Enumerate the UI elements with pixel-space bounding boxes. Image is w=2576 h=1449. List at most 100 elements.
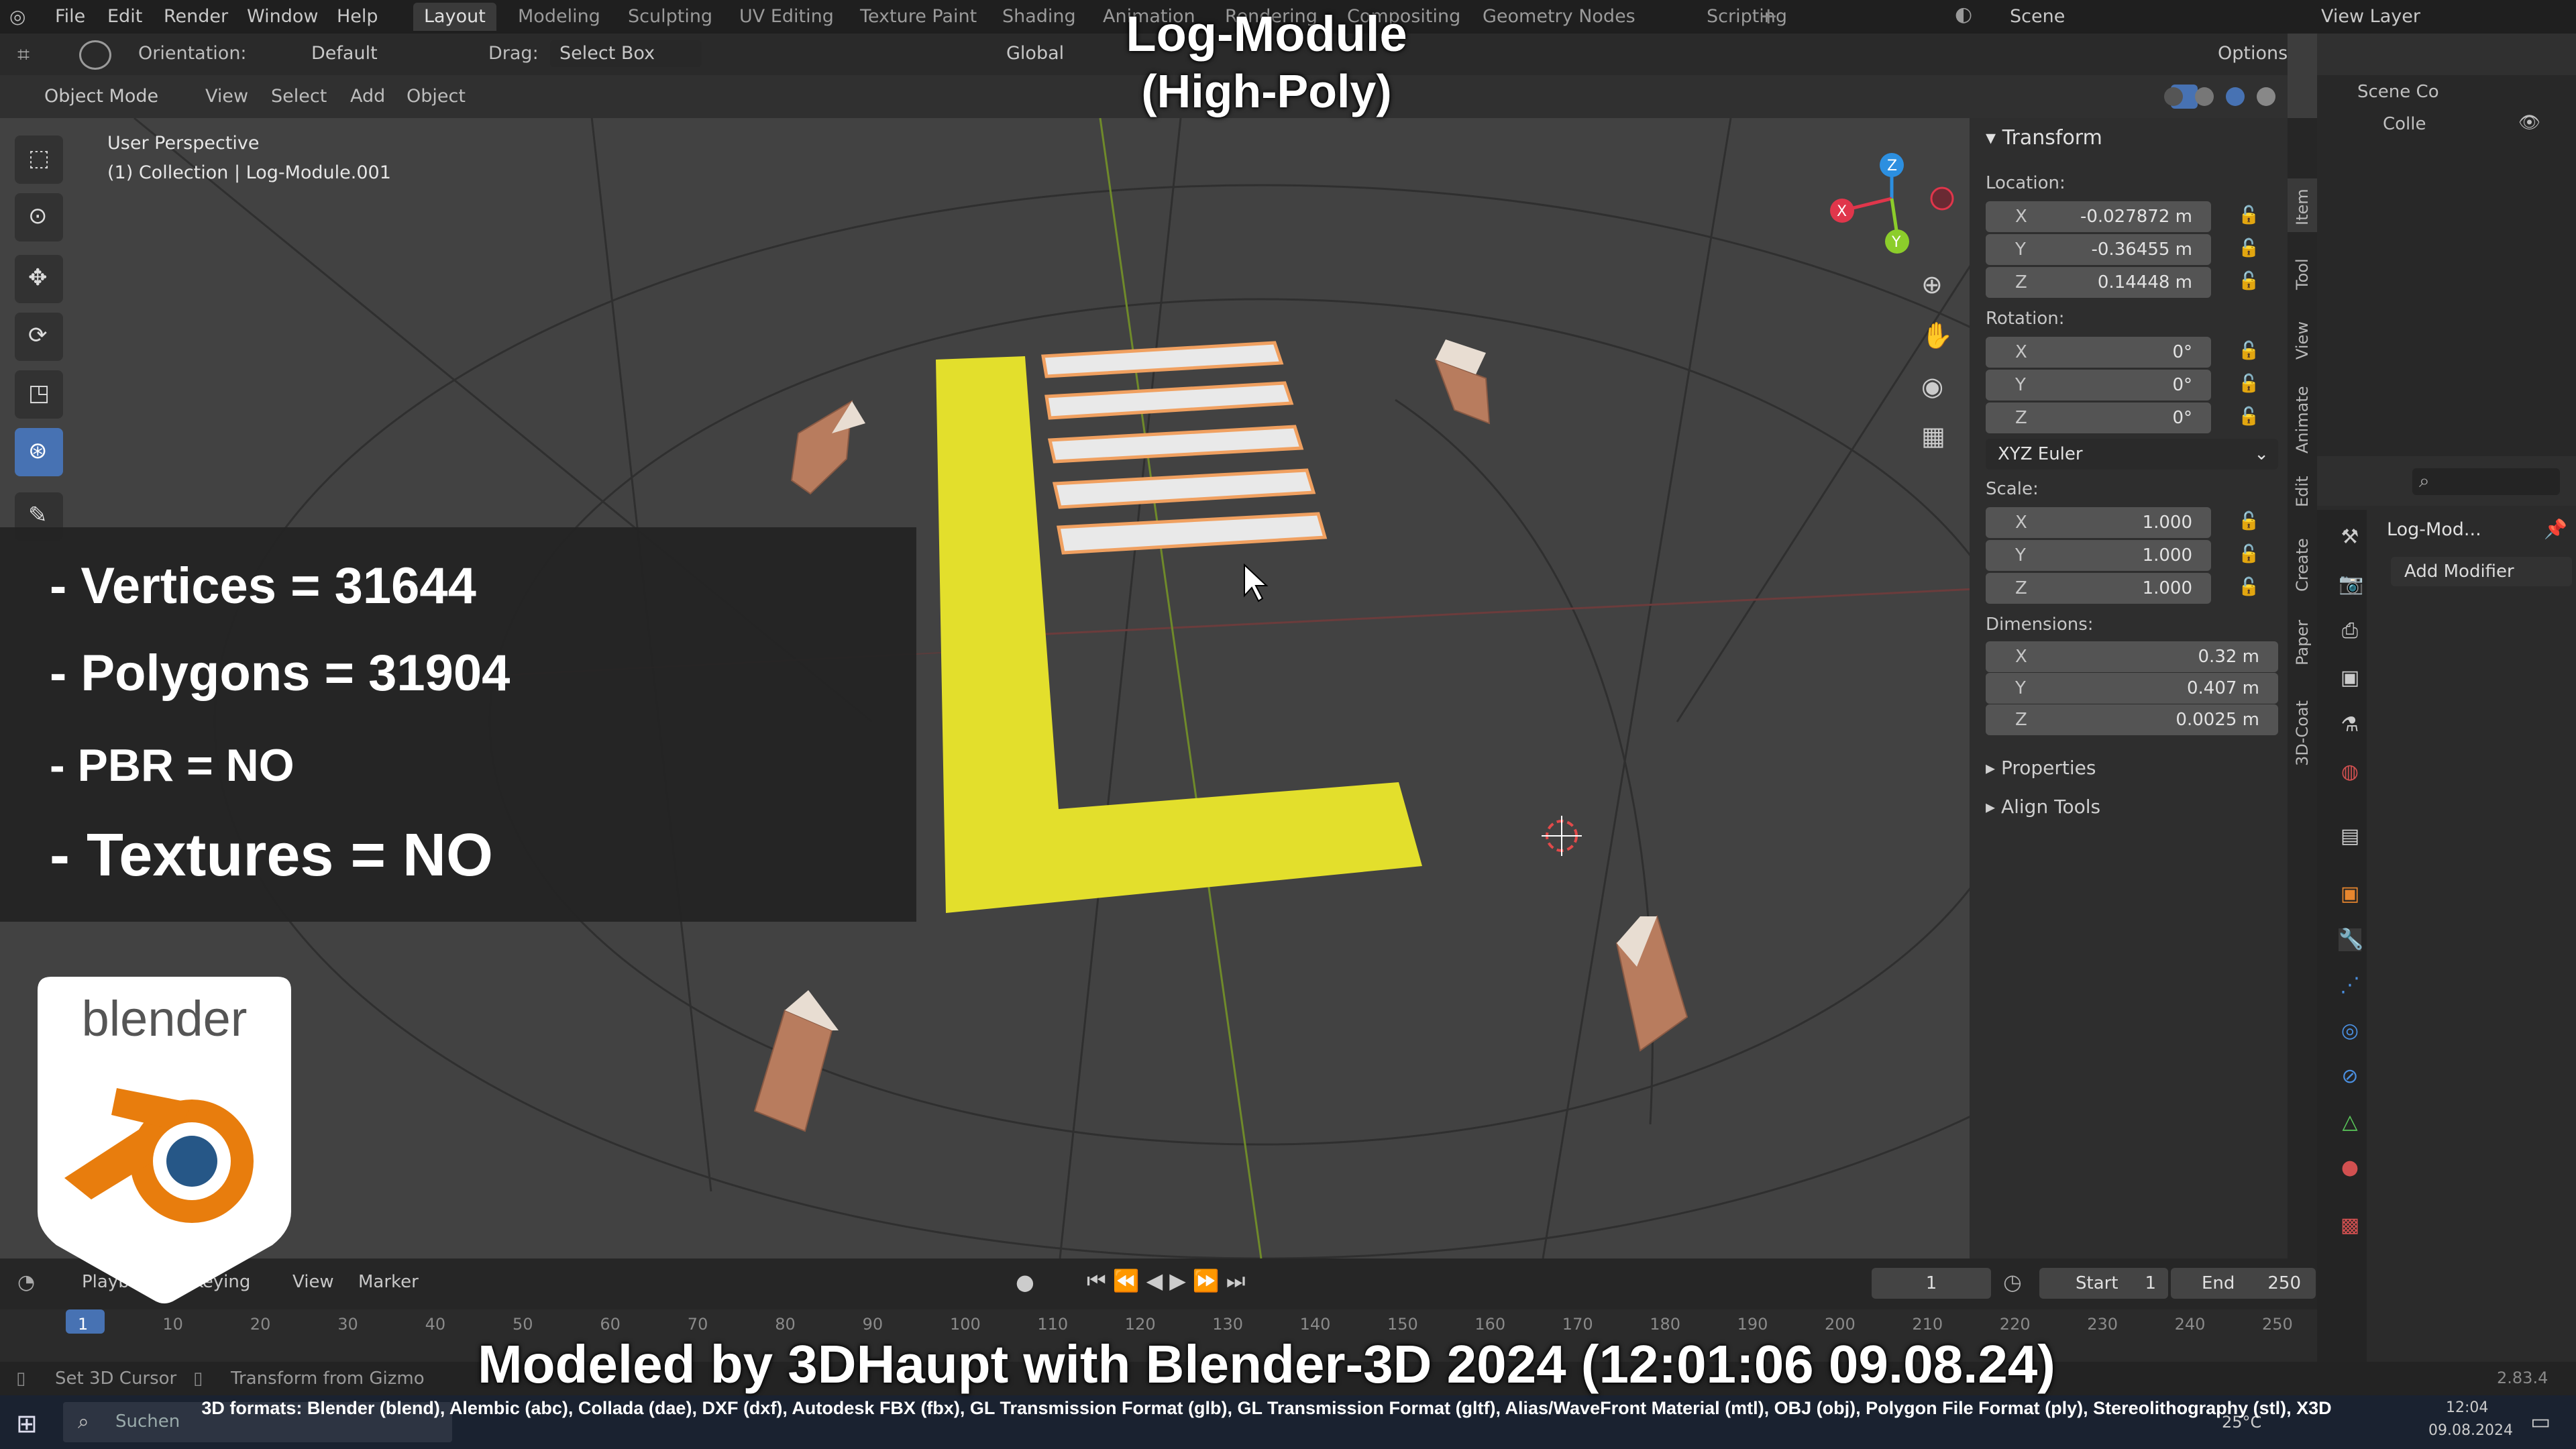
view-perspective-label: User Perspective — [107, 133, 260, 154]
tab-item[interactable]: Item — [2288, 178, 2317, 232]
record-keyframe-icon[interactable]: ● — [1016, 1269, 1034, 1295]
timeline-tick-label: 10 — [162, 1315, 183, 1334]
location-z-field[interactable]: Z 0.14448 m — [1986, 267, 2211, 298]
rotation-label: Rotation: — [1986, 309, 2065, 329]
scale-label: Scale: — [1986, 479, 2039, 499]
add-modifier-button[interactable]: Add Modifier — [2391, 557, 2572, 586]
particles-icon[interactable]: ⋰ — [2339, 974, 2361, 997]
lock-icon[interactable]: 🔓 — [2238, 374, 2259, 394]
playback-controls[interactable]: ⏮⏪◀▶⏩⏭ — [1087, 1268, 1252, 1294]
current-frame-field[interactable]: 1 — [1872, 1268, 1991, 1299]
properties-search-input[interactable] — [2412, 468, 2560, 495]
lock-icon[interactable]: 🔓 — [2238, 577, 2259, 597]
timeline-tick-label: 100 — [950, 1315, 981, 1334]
tab-3d-coat[interactable]: 3D-Coat — [2288, 672, 2317, 766]
location-y-field[interactable]: Y -0.36455 m — [1986, 234, 2211, 265]
rotation-mode-dropdown[interactable]: XYZ Euler ⌄ — [1986, 439, 2278, 470]
rotate-tool[interactable]: ⟳ — [15, 313, 63, 361]
blender-logo: blender — [38, 977, 291, 1305]
tab-tool[interactable]: Tool — [2288, 243, 2317, 297]
tab-create[interactable]: Create — [2288, 518, 2317, 592]
object-data-icon[interactable]: △ — [2339, 1111, 2361, 1134]
start-frame-field[interactable]: Start 1 — [2039, 1268, 2168, 1299]
timeline-tick-label: 110 — [1037, 1315, 1069, 1334]
tab-view[interactable]: View — [2288, 306, 2317, 366]
timeline-tick-label: 70 — [687, 1315, 708, 1334]
scale-tool[interactable]: ◳ — [15, 370, 63, 419]
timeline-tick-label: 160 — [1474, 1315, 1506, 1334]
timeline-tick-label: 200 — [1825, 1315, 1856, 1334]
select-box-tool[interactable]: ⬚ — [15, 136, 63, 184]
location-x-field[interactable]: X -0.027872 m — [1986, 201, 2211, 232]
timeline-tick-label: 50 — [513, 1315, 533, 1334]
navigation-gizmo[interactable]: Z X Y — [1818, 145, 1966, 266]
scale-z-field[interactable]: Z 1.000 — [1986, 573, 2211, 604]
lock-icon[interactable]: 🔓 — [2238, 341, 2259, 361]
3d-cursor — [1542, 816, 1582, 856]
mouse-cursor — [1244, 563, 1269, 602]
timeline-editor-icon[interactable]: ◔ — [17, 1271, 35, 1294]
timeline-tick-label: 190 — [1737, 1315, 1768, 1334]
render-properties-icon[interactable]: 📷 — [2339, 573, 2363, 596]
timeline-tick-label: 90 — [862, 1315, 883, 1334]
output-properties-icon[interactable]: ⎙ — [2339, 620, 2361, 643]
material-icon[interactable]: ● — [2339, 1157, 2361, 1179]
dimensions-y-field[interactable]: Y 0.407 m — [1986, 673, 2278, 704]
timeline-tick-label: 150 — [1387, 1315, 1418, 1334]
constraints-icon[interactable]: ⊘ — [2339, 1065, 2361, 1088]
end-frame-field[interactable]: End 250 — [2171, 1268, 2316, 1299]
dimensions-x-field[interactable]: X 0.32 m — [1986, 641, 2278, 672]
texture-icon[interactable]: ▩ — [2339, 1214, 2361, 1237]
collection-object-label: (1) Collection | Log-Module.001 — [107, 162, 391, 183]
dimensions-label: Dimensions: — [1986, 614, 2094, 635]
properties-panel-header[interactable]: ▸ Properties — [1986, 757, 2096, 779]
lock-icon[interactable]: 🔓 — [2238, 544, 2259, 564]
tab-edit[interactable]: Edit — [2288, 460, 2317, 514]
timeline-tick-label: 130 — [1212, 1315, 1243, 1334]
align-tools-panel-header[interactable]: ▸ Align Tools — [1986, 796, 2100, 818]
lock-icon[interactable]: 🔓 — [2238, 238, 2259, 258]
world-properties-icon[interactable]: ◍ — [2339, 761, 2361, 784]
marker-menu[interactable]: Marker — [358, 1272, 419, 1292]
rotation-z-field[interactable]: Z 0° — [1986, 402, 2211, 433]
move-tool[interactable]: ✥ — [15, 255, 63, 303]
timeline-view-menu[interactable]: View — [292, 1272, 334, 1292]
clock-icon[interactable]: ◷ — [2003, 1269, 2022, 1295]
cursor-tool[interactable]: ⊙ — [15, 193, 63, 241]
rotation-x-field[interactable]: X 0° — [1986, 337, 2211, 368]
timeline-tick-label: 170 — [1562, 1315, 1593, 1334]
ortho-grid-icon[interactable]: ▦ — [1921, 421, 1945, 451]
rotation-y-field[interactable]: Y 0° — [1986, 370, 2211, 400]
collection-properties-icon[interactable]: ▤ — [2339, 825, 2361, 848]
scale-y-field[interactable]: Y 1.000 — [1986, 540, 2211, 571]
formats-caption: 3D formats: Blender (blend), Alembic (ab… — [201, 1398, 2332, 1418]
timeline-tick-label: 1 — [78, 1315, 89, 1334]
svg-text:X: X — [1837, 203, 1847, 220]
lock-icon[interactable]: 🔓 — [2238, 407, 2259, 427]
align-tools-title: Align Tools — [2000, 796, 2101, 818]
object-name-field[interactable]: Log-Mod... — [2387, 519, 2481, 540]
object-properties-icon[interactable]: ▣ — [2339, 883, 2361, 906]
pin-icon[interactable]: 📌 — [2544, 518, 2567, 540]
taskbar-date: 09.08.2024 — [2428, 1422, 2513, 1439]
transform-panel-header[interactable]: ▾ Transform — [1986, 126, 2102, 150]
lock-icon[interactable]: 🔓 — [2238, 271, 2259, 291]
timeline-tick-label: 20 — [250, 1315, 271, 1334]
modifier-wrench-icon[interactable]: 🔧 — [2339, 928, 2363, 951]
physics-icon[interactable]: ◎ — [2339, 1020, 2361, 1042]
zoom-icon[interactable]: ⊕ — [1921, 270, 1943, 299]
view-layer-icon[interactable]: ▣ — [2339, 667, 2361, 690]
transform-tool[interactable]: ⊛ — [15, 428, 63, 476]
scene-properties-icon[interactable]: ⚗ — [2339, 714, 2361, 737]
scale-x-field[interactable]: X 1.000 — [1986, 507, 2211, 538]
properties-title: Properties — [2000, 757, 2096, 779]
camera-view-icon[interactable]: ◉ — [1921, 372, 1943, 401]
tool-properties-icon[interactable]: ⚒ — [2339, 526, 2361, 549]
lock-icon[interactable]: 🔓 — [2238, 205, 2259, 225]
notification-icon[interactable]: ▭ — [2530, 1409, 2551, 1434]
dimensions-z-field[interactable]: Z 0.0025 m — [1986, 704, 2278, 735]
lock-icon[interactable]: 🔓 — [2238, 511, 2259, 531]
pan-hand-icon[interactable]: ✋ — [1921, 321, 1953, 351]
tab-paper[interactable]: Paper — [2288, 598, 2317, 665]
tab-animate[interactable]: Animate — [2288, 366, 2317, 453]
